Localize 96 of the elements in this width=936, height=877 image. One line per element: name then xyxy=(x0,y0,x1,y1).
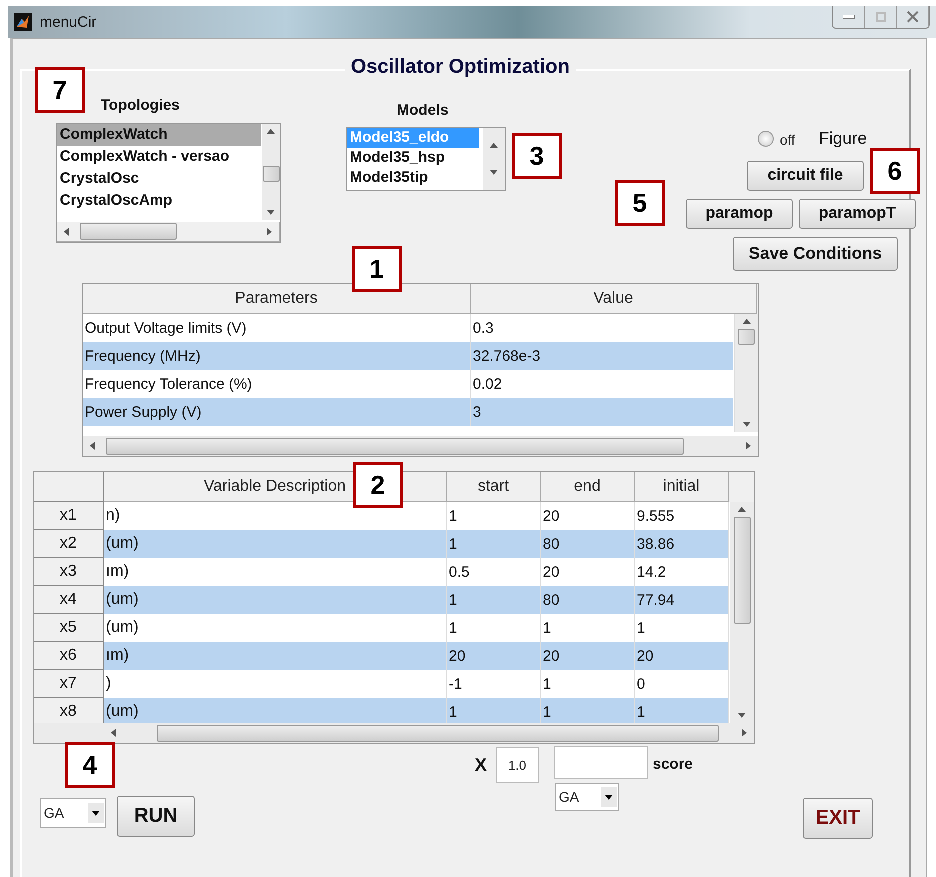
scroll-right-icon[interactable] xyxy=(745,442,752,450)
table-cell: (um) xyxy=(104,530,447,558)
save-conditions-button[interactable]: Save Conditions xyxy=(733,237,898,271)
scroll-right-icon[interactable] xyxy=(266,228,273,236)
row-header: x3 xyxy=(34,558,104,586)
app-icon xyxy=(14,13,32,31)
column-header[interactable]: Parameters xyxy=(83,284,471,314)
vertical-scrollbar[interactable] xyxy=(483,128,505,190)
table-cell-text: 0.02 xyxy=(472,374,504,394)
paramop-button[interactable]: paramop xyxy=(686,199,793,229)
list-item[interactable]: Model35_hsp xyxy=(347,148,479,168)
score-field[interactable] xyxy=(554,746,648,779)
row-header: x1 xyxy=(34,502,104,530)
score-label: score xyxy=(653,756,694,773)
scroll-thumb[interactable] xyxy=(157,724,719,742)
table-cell: 1 xyxy=(447,530,541,558)
scroll-up-icon[interactable] xyxy=(267,128,275,135)
scroll-thumb[interactable] xyxy=(734,517,750,624)
callout-number: 6 xyxy=(870,148,920,194)
table-cell: 80 xyxy=(541,530,635,558)
table-cell: 20 xyxy=(635,642,729,670)
horizontal-scrollbar[interactable] xyxy=(83,436,758,456)
topologies-listbox[interactable]: ComplexWatch ComplexWatch - versao CrystalOsc CrystalOscAmp xyxy=(56,123,281,243)
corner-header xyxy=(34,472,104,502)
table-cell: 77.94 xyxy=(635,586,729,614)
scroll-thumb[interactable] xyxy=(262,166,280,182)
table-cell: 20 xyxy=(447,642,541,670)
scroll-up-icon[interactable] xyxy=(490,142,498,149)
window-title: menuCir xyxy=(40,14,97,30)
scroll-down-icon[interactable] xyxy=(490,169,498,176)
column-header[interactable]: Value xyxy=(471,284,757,314)
scroll-down-icon[interactable] xyxy=(742,421,750,428)
callout-number: 5 xyxy=(615,180,665,226)
radio-label: off xyxy=(780,132,796,148)
row-header: x5 xyxy=(34,614,104,642)
vertical-scrollbar[interactable] xyxy=(262,124,280,220)
figure-label: Figure xyxy=(819,129,868,149)
algorithm-dropdown[interactable]: GA xyxy=(555,783,619,811)
models-label: Models xyxy=(397,102,449,119)
scroll-down-icon[interactable] xyxy=(738,712,746,719)
list-item[interactable]: ComplexWatch xyxy=(57,124,261,146)
table-cell: ım) xyxy=(104,642,447,670)
table-cell: Power Supply (V) xyxy=(83,398,471,426)
topologies-label: Topologies xyxy=(101,97,180,114)
table-cell-text: 0.3 xyxy=(472,318,495,338)
run-button[interactable]: RUN xyxy=(117,796,195,837)
scroll-left-icon[interactable] xyxy=(89,442,96,450)
callout-number: 2 xyxy=(353,462,403,508)
scroll-up-icon[interactable] xyxy=(742,318,750,325)
table-cell: 20 xyxy=(541,642,635,670)
scroll-right-icon[interactable] xyxy=(741,729,748,737)
list-item[interactable]: Model35tip xyxy=(347,168,479,188)
row-header: x4 xyxy=(34,586,104,614)
callout-number: 4 xyxy=(65,742,115,788)
callout-number: 1 xyxy=(352,246,402,292)
scroll-thumb[interactable] xyxy=(738,329,755,345)
factor-label: X xyxy=(475,755,488,776)
radio-button[interactable] xyxy=(758,131,774,147)
column-header[interactable]: start xyxy=(447,472,541,502)
vertical-scrollbar[interactable] xyxy=(730,502,754,723)
callout-number: 3 xyxy=(512,133,562,179)
scroll-thumb[interactable] xyxy=(106,438,684,454)
scroll-thumb[interactable] xyxy=(80,223,177,240)
horizontal-scrollbar[interactable] xyxy=(57,222,280,242)
callout-number: 7 xyxy=(35,67,85,113)
maximize-icon xyxy=(876,12,886,22)
paramopt-button[interactable]: paramopT xyxy=(799,199,916,229)
table-cell: 80 xyxy=(541,586,635,614)
table-cell: 32.768e-3 xyxy=(471,342,733,370)
row-header: x2 xyxy=(34,530,104,558)
column-header[interactable]: end xyxy=(541,472,635,502)
scroll-left-icon[interactable] xyxy=(63,228,70,236)
table-cell: Frequency (MHz) xyxy=(83,342,471,370)
minimize-icon xyxy=(842,15,854,19)
list-item[interactable]: CrystalOsc xyxy=(57,168,261,190)
table-cell: 38.86 xyxy=(635,530,729,558)
factor-field[interactable]: 1.0 xyxy=(496,747,539,783)
scroll-up-icon[interactable] xyxy=(738,506,746,513)
table-cell: (um) xyxy=(104,586,447,614)
panel-title: Oscillator Optimization xyxy=(345,56,576,79)
algorithm-dropdown[interactable]: GA xyxy=(40,798,106,828)
scroll-down-icon[interactable] xyxy=(267,209,275,216)
list-item[interactable]: ComplexWatch - versao xyxy=(57,146,261,168)
close-icon xyxy=(906,11,918,23)
list-item[interactable]: CrystalOscAmp xyxy=(57,190,261,212)
table-cell: 3 xyxy=(471,398,733,426)
models-listbox[interactable]: Model35_eldo Model35_hsp Model35tip xyxy=(346,127,506,191)
table-cell: 1 xyxy=(447,586,541,614)
column-header[interactable]: initial xyxy=(635,472,729,502)
exit-button[interactable]: EXIT xyxy=(803,798,873,839)
vertical-scrollbar[interactable] xyxy=(734,314,758,432)
row-header: x6 xyxy=(34,642,104,670)
scroll-left-icon[interactable] xyxy=(110,729,117,737)
circuit-file-button[interactable]: circuit file xyxy=(747,161,864,191)
horizontal-scrollbar[interactable] xyxy=(34,723,754,743)
row-header: x7 xyxy=(34,670,104,698)
